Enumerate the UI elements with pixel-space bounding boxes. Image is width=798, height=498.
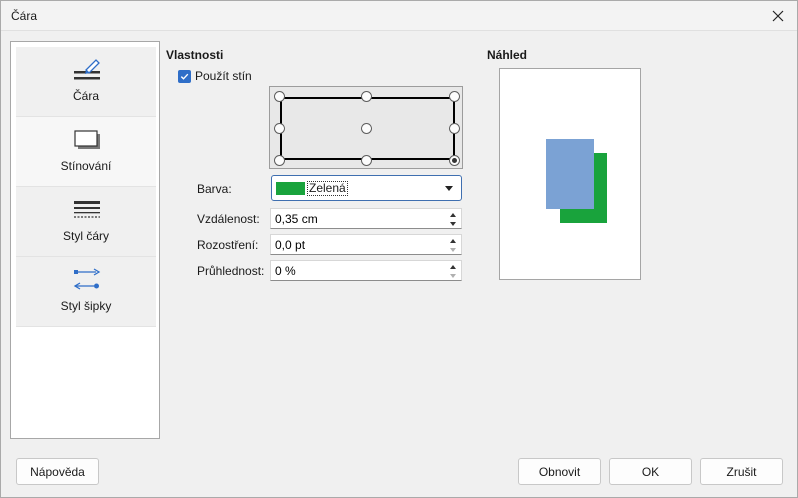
help-button[interactable]: Nápověda — [16, 458, 99, 485]
sidebar-item-label: Styl šipky — [60, 299, 112, 313]
shadow-position-left[interactable] — [274, 123, 285, 134]
color-dropdown[interactable]: Zelená — [271, 175, 462, 201]
blur-spin-buttons — [447, 236, 459, 254]
triangle-up-icon — [450, 212, 456, 217]
sidebar-item-line[interactable]: Čára — [16, 47, 156, 117]
shadow-position-bottom[interactable] — [361, 155, 372, 166]
blur-label: Rozostření: — [197, 238, 259, 252]
color-value: Zelená — [307, 181, 348, 196]
sidebar-item-line-style[interactable]: Styl čáry — [16, 187, 156, 257]
line-dialog: Čára Čára Stínování Styl čáry Styl šipky… — [0, 0, 798, 498]
spin-down-button[interactable] — [447, 219, 459, 228]
shadow-position-right[interactable] — [449, 123, 460, 134]
triangle-up-icon — [450, 238, 456, 243]
distance-input[interactable] — [273, 211, 443, 227]
shadow-position-top-right[interactable] — [449, 91, 460, 102]
spin-down-button[interactable] — [447, 245, 459, 254]
shadow-position-center[interactable] — [361, 123, 372, 134]
spin-down-button[interactable] — [447, 271, 459, 280]
close-button[interactable] — [767, 5, 789, 27]
preview-object — [546, 139, 594, 209]
spin-up-button[interactable] — [447, 236, 459, 245]
ok-button[interactable]: OK — [609, 458, 692, 485]
use-shadow-label: Použít stín — [195, 69, 252, 83]
checkbox-checked-icon — [178, 69, 191, 83]
distance-spinbox — [270, 208, 462, 229]
sidebar-item-label: Čára — [72, 89, 99, 103]
blur-input[interactable] — [273, 237, 443, 253]
sidebar-item-arrow-style[interactable]: Styl šipky — [16, 257, 156, 327]
shadow-box-icon — [74, 130, 100, 149]
transparency-spinbox — [270, 260, 462, 281]
shadow-position-bottom-left[interactable] — [274, 155, 285, 166]
preview-panel — [499, 68, 641, 280]
dialog-title: Čára — [11, 9, 38, 23]
use-shadow-checkbox[interactable]: Použít stín — [178, 69, 252, 83]
close-icon — [772, 10, 784, 22]
transparency-label: Průhlednost: — [197, 264, 265, 278]
color-label: Barva: — [197, 182, 232, 196]
title-bar: Čára — [1, 1, 797, 31]
line-pencil-icon — [74, 59, 100, 80]
shadow-position-bottom-right[interactable] — [449, 155, 460, 166]
shadow-position-selector — [269, 86, 463, 169]
spin-up-button[interactable] — [447, 262, 459, 271]
preview-heading: Náhled — [487, 48, 528, 62]
properties-heading: Vlastnosti — [166, 48, 224, 62]
shadow-position-top-left[interactable] — [274, 91, 285, 102]
sidebar-item-label: Styl čáry — [62, 229, 109, 243]
reset-button[interactable]: Obnovit — [518, 458, 601, 485]
sidebar-item-shadow[interactable]: Stínování — [16, 117, 156, 187]
line-style-icon — [74, 201, 100, 218]
category-sidebar: Čára Stínování Styl čáry Styl šipky — [10, 41, 160, 439]
arrow-style-icon — [73, 268, 101, 290]
transparency-spin-buttons — [447, 262, 459, 280]
cancel-button[interactable]: Zrušit — [700, 458, 783, 485]
triangle-up-icon — [450, 264, 456, 269]
triangle-down-icon — [450, 273, 456, 278]
shadow-position-top[interactable] — [361, 91, 372, 102]
transparency-input[interactable] — [273, 263, 443, 279]
spin-up-button[interactable] — [447, 210, 459, 219]
chevron-down-icon — [445, 186, 453, 191]
blur-spinbox — [270, 234, 462, 255]
distance-spin-buttons — [447, 210, 459, 228]
triangle-down-icon — [450, 221, 456, 226]
distance-label: Vzdálenost: — [197, 212, 260, 226]
triangle-down-icon — [450, 247, 456, 252]
color-swatch — [276, 182, 305, 195]
sidebar-item-label: Stínování — [60, 159, 112, 173]
